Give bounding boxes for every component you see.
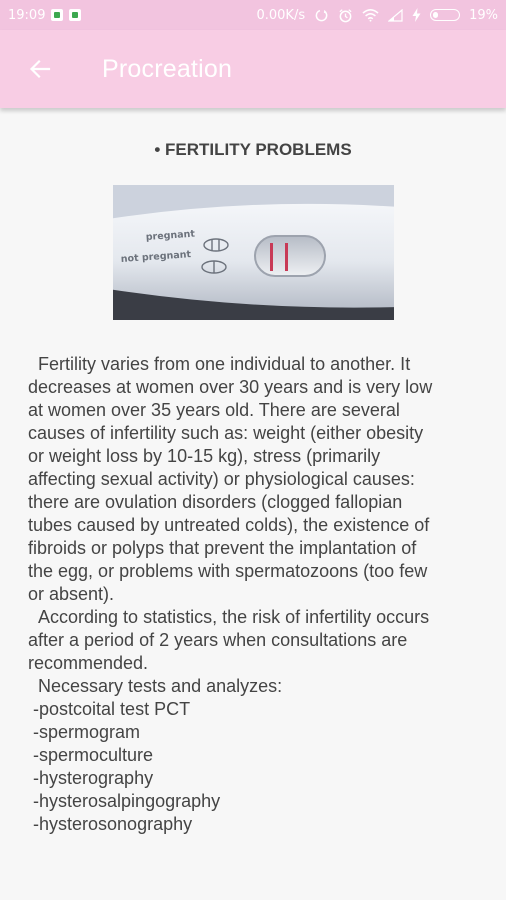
status-time: 19:09 — [8, 7, 46, 23]
notification-icon — [69, 9, 82, 21]
article-body: Fertility varies from one individual to … — [28, 354, 433, 834]
signal-icon — [388, 8, 403, 22]
charging-icon — [412, 8, 421, 22]
network-speed: 0.00K/s — [256, 7, 306, 23]
sync-icon — [315, 9, 328, 21]
section-heading: • FERTILITY PROBLEMS — [154, 140, 352, 159]
battery-icon — [430, 9, 461, 21]
article-scroll-view[interactable]: • FERTILITY PROBLEMS pregnant not pregna… — [0, 108, 506, 900]
pregnancy-test-image: pregnant not pregnant — [113, 185, 394, 320]
notification-icon — [51, 9, 64, 21]
status-left: 19:09 — [8, 7, 82, 23]
back-button[interactable] — [12, 41, 68, 97]
app-bar: Procreation — [0, 30, 506, 108]
arrow-left-icon — [29, 59, 51, 79]
battery-percent: 19% — [469, 7, 498, 23]
status-bar: 19:09 0.00K/s 19% — [0, 0, 506, 30]
wifi-icon — [362, 9, 379, 22]
alarm-icon — [339, 8, 352, 22]
page-title: Procreation — [102, 54, 233, 83]
status-right: 0.00K/s 19% — [256, 8, 498, 23]
